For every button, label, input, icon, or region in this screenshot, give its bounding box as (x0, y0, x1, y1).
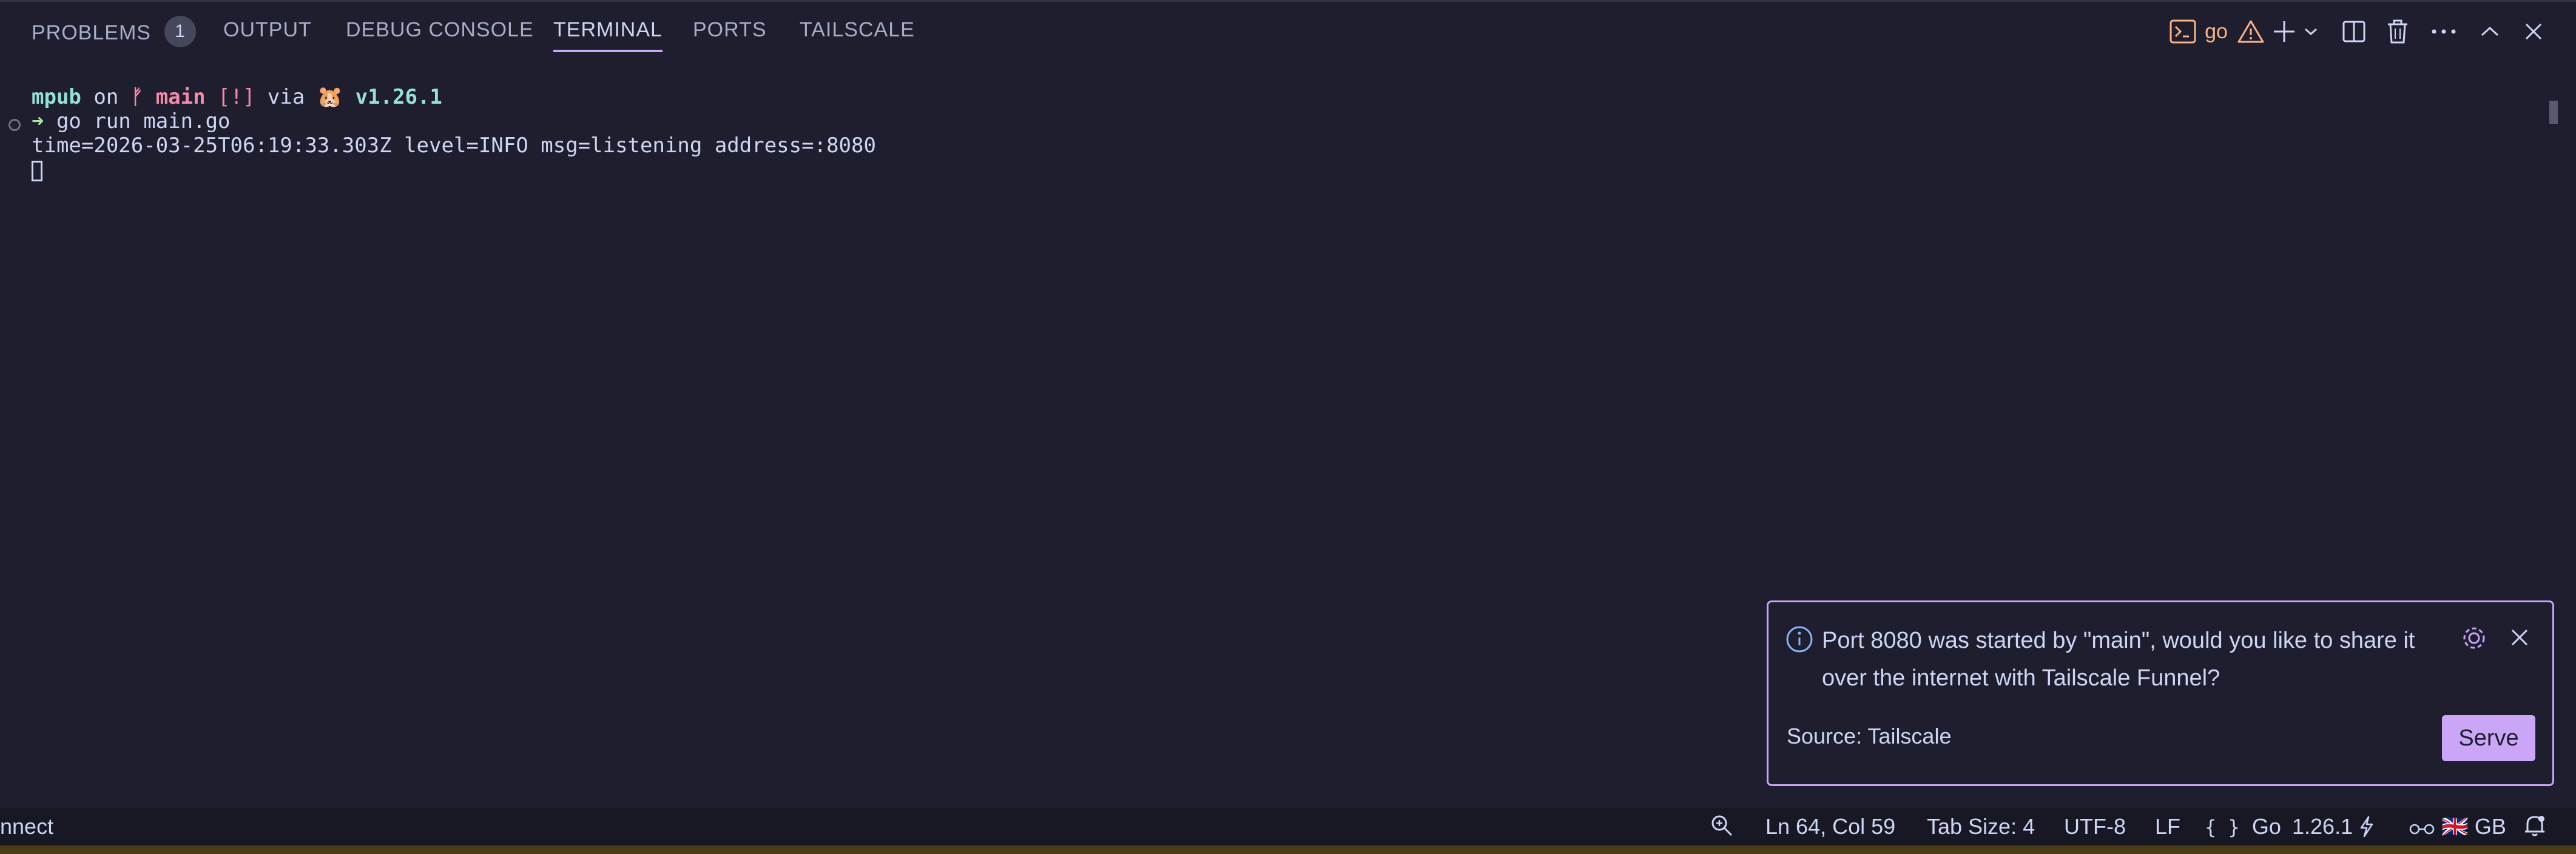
go-version-status[interactable]: 1.26.1 (2292, 808, 2375, 846)
tab-ports-label: PORTS (693, 18, 767, 41)
panel-tabs: PROBLEMS 1 OUTPUT DEBUG CONSOLE TERMINAL … (0, 0, 1213, 61)
close-icon (2524, 22, 2543, 41)
warning-icon (2237, 19, 2264, 44)
notification-settings-icon[interactable] (2460, 624, 2488, 655)
prompt-arrow-icon: ➜ (32, 109, 44, 133)
language-mode[interactable]: { } Go (2205, 808, 2281, 846)
lightning-icon (2359, 812, 2375, 849)
tab-debug-console-label: DEBUG CONSOLE (346, 18, 534, 41)
port-forward-notification: Port 8080 was started by "main", would y… (1767, 600, 2554, 786)
status-remote-connect[interactable]: nnect (0, 808, 53, 846)
terminal-name: go (2205, 19, 2228, 43)
terminal-output[interactable]: mpub on ᚠ main [!] via 🐹 v1.26.1 ➜ go ru… (32, 85, 876, 182)
tab-terminal[interactable]: TERMINAL (553, 18, 663, 52)
close-panel-button[interactable] (2517, 13, 2551, 50)
uk-flag-icon: 🇬🇧 (2441, 814, 2469, 839)
locale-label: GB (2474, 814, 2506, 839)
kill-terminal-button[interactable] (2381, 13, 2415, 50)
tab-tailscale[interactable]: TAILSCALE (800, 18, 915, 42)
more-actions-button[interactable] (2427, 13, 2461, 50)
problems-count-badge: 1 (164, 16, 196, 47)
plus-icon (2272, 19, 2296, 44)
tab-output[interactable]: OUTPUT (223, 18, 312, 42)
command-decoration-icon[interactable] (8, 119, 21, 131)
zoom-button[interactable] (1710, 808, 1734, 846)
cursor-position[interactable]: Ln 64, Col 59 (1765, 808, 1895, 846)
notifications-button[interactable] (2523, 808, 2547, 846)
status-bar: nnect Ln 64, Col 59 Tab Size: 4 UTF-8 LF… (0, 808, 2576, 846)
prompt-go-version: v1.26.1 (343, 85, 442, 109)
info-icon (1785, 625, 1813, 656)
terminal-prompt-line: mpub on ᚠ main [!] via 🐹 v1.26.1 (32, 85, 876, 109)
tab-terminal-label: TERMINAL (553, 18, 663, 41)
end-of-line[interactable]: LF (2155, 808, 2180, 846)
tab-problems[interactable]: PROBLEMS 1 (32, 16, 196, 50)
notification-close-icon[interactable] (2510, 628, 2529, 650)
language-label: Go (2251, 814, 2281, 839)
chevron-down-icon (2304, 25, 2318, 38)
status-bar-bottom-edge (0, 846, 2576, 854)
notification-source: Source: Tailscale (1787, 724, 1952, 748)
prompt-via: via (255, 85, 317, 109)
tab-tailscale-label: TAILSCALE (800, 18, 915, 41)
file-encoding[interactable]: UTF-8 (2064, 808, 2126, 846)
glasses-icon (2409, 809, 2435, 847)
tab-problems-label: PROBLEMS (32, 21, 151, 44)
prompt-directory: mpub (32, 85, 81, 109)
terminal-scrollbar-thumb[interactable] (2549, 101, 2558, 124)
terminal-prompt-icon (2170, 19, 2196, 44)
new-terminal-button[interactable] (2268, 13, 2301, 50)
language-locale-status[interactable]: 🇬🇧 GB (2409, 808, 2506, 846)
terminal-profiles-dropdown[interactable] (2302, 13, 2320, 50)
maximize-panel-button[interactable] (2473, 13, 2507, 50)
active-tab-indicator (553, 50, 663, 52)
terminal-log-line: time=2026-03-25T06:19:33.303Z level=INFO… (32, 133, 876, 158)
split-icon (2342, 19, 2366, 44)
terminal-cursor (32, 160, 42, 181)
go-gopher-icon: 🐹 (317, 85, 343, 109)
tab-debug-console[interactable]: DEBUG CONSOLE (346, 18, 534, 42)
terminal-command-line: ➜ go run main.go (32, 109, 876, 133)
split-terminal-button[interactable] (2337, 13, 2371, 50)
bell-icon (2523, 812, 2547, 849)
git-branch-icon: ᚠ (130, 85, 144, 109)
notification-message: Port 8080 was started by "main", would y… (1822, 628, 2415, 691)
trash-icon (2385, 19, 2410, 44)
chevron-up-icon (2480, 24, 2500, 39)
tab-size[interactable]: Tab Size: 4 (1927, 808, 2035, 846)
prompt-on: on (81, 85, 131, 109)
terminal-cursor-line (32, 158, 876, 182)
prompt-branch: main (143, 85, 206, 109)
tab-output-label: OUTPUT (223, 18, 312, 41)
prompt-git-status: [!] (205, 85, 255, 109)
serve-button[interactable]: Serve (2442, 715, 2535, 761)
braces-icon: { } (2205, 816, 2240, 839)
terminal-command: go run main.go (44, 109, 231, 133)
tab-ports[interactable]: PORTS (693, 18, 767, 42)
terminal-selector[interactable]: go (2156, 13, 2278, 50)
go-version-label: 1.26.1 (2292, 814, 2353, 839)
ellipsis-icon (2430, 28, 2457, 35)
zoom-in-icon (1710, 812, 1734, 849)
